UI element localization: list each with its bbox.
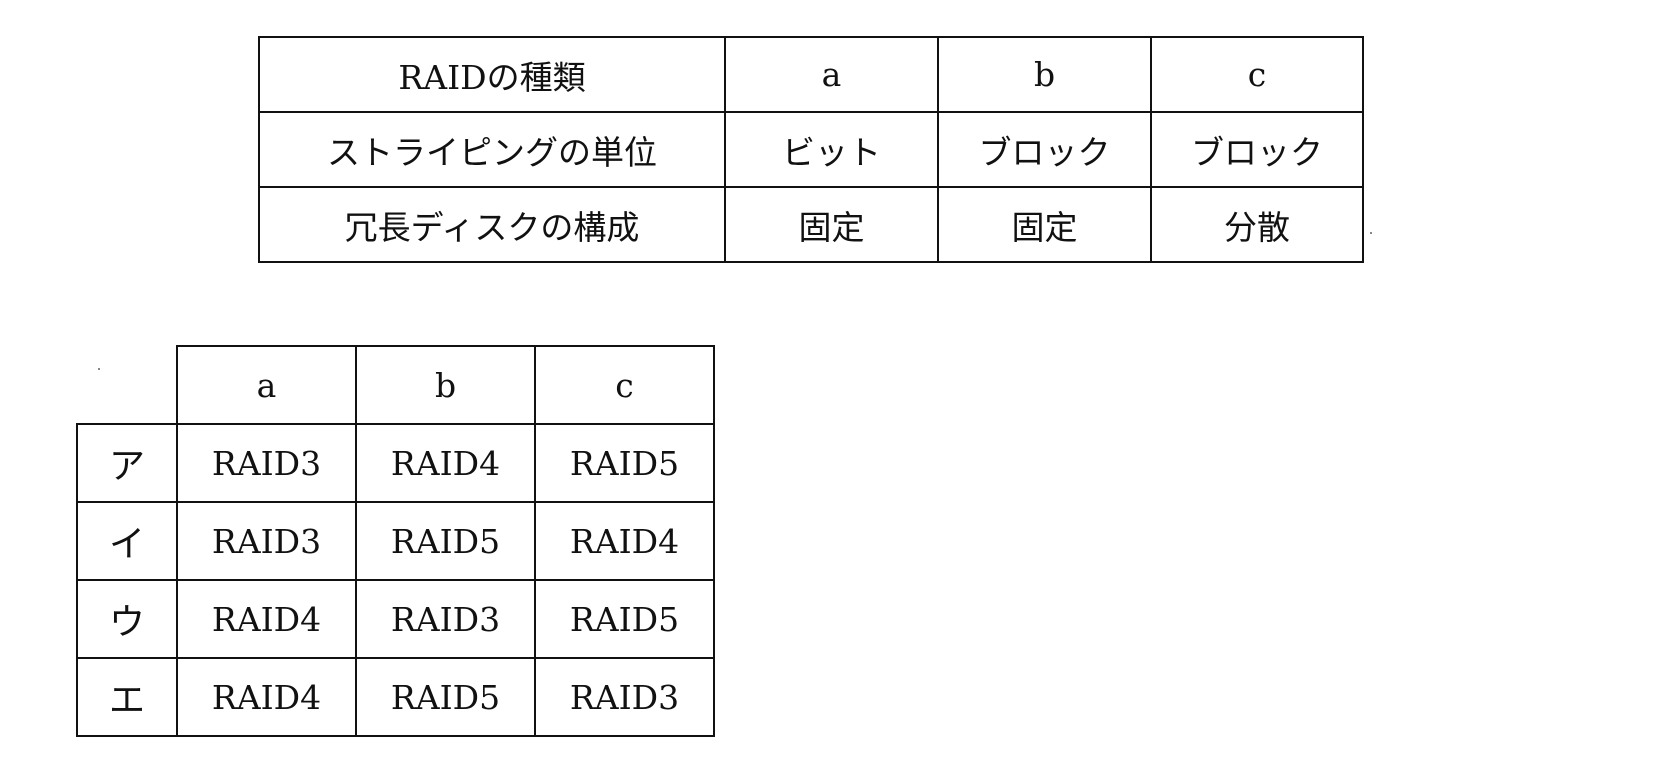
raid-characteristics-table: RAIDの種類 a b c ストライピングの単位 ビット ブロック ブロック 冗…: [258, 36, 1364, 263]
table-row: ウ RAID4 RAID3 RAID5: [76, 579, 715, 659]
option-key: イ: [76, 501, 178, 581]
header-b: b: [937, 36, 1152, 113]
empty-corner-cell: [77, 346, 178, 425]
table-header-row: a b c: [77, 345, 715, 425]
table-row: ストライピングの単位 ビット ブロック ブロック: [258, 111, 1364, 188]
option-key: ア: [76, 423, 178, 503]
row-label: 冗長ディスクの構成: [258, 186, 726, 263]
cell-b: RAID3: [355, 579, 536, 659]
option-key: ウ: [76, 579, 178, 659]
cell-c: RAID5: [534, 423, 715, 503]
cell-c: ブロック: [1150, 111, 1364, 188]
cell-b: RAID5: [355, 501, 536, 581]
cell-a: RAID3: [176, 423, 357, 503]
cell-b: ブロック: [937, 111, 1152, 188]
table-row: エ RAID4 RAID5 RAID3: [76, 657, 715, 737]
option-key: エ: [76, 657, 178, 737]
table-row: ア RAID3 RAID4 RAID5: [76, 423, 715, 503]
cell-a: 固定: [724, 186, 939, 263]
table-header-row: RAIDの種類 a b c: [258, 36, 1364, 113]
cell-a: RAID4: [176, 657, 357, 737]
scan-speck: [1370, 232, 1372, 234]
cell-b: RAID5: [355, 657, 536, 737]
table-row: イ RAID3 RAID5 RAID4: [76, 501, 715, 581]
table-row: 冗長ディスクの構成 固定 固定 分散: [258, 186, 1364, 263]
header-a: a: [724, 36, 939, 113]
cell-c: RAID5: [534, 579, 715, 659]
header-c: c: [1150, 36, 1364, 113]
scan-speck: [98, 368, 100, 370]
cell-b: RAID4: [355, 423, 536, 503]
answer-options-table: a b c ア RAID3 RAID4 RAID5 イ RAID3 RAID5 …: [76, 345, 715, 737]
header-raid-type: RAIDの種類: [258, 36, 726, 113]
cell-a: RAID3: [176, 501, 357, 581]
header-a: a: [176, 345, 357, 425]
cell-c: RAID4: [534, 501, 715, 581]
cell-b: 固定: [937, 186, 1152, 263]
cell-a: ビット: [724, 111, 939, 188]
row-label: ストライピングの単位: [258, 111, 726, 188]
cell-c: 分散: [1150, 186, 1364, 263]
header-b: b: [355, 345, 536, 425]
header-c: c: [534, 345, 715, 425]
cell-a: RAID4: [176, 579, 357, 659]
cell-c: RAID3: [534, 657, 715, 737]
